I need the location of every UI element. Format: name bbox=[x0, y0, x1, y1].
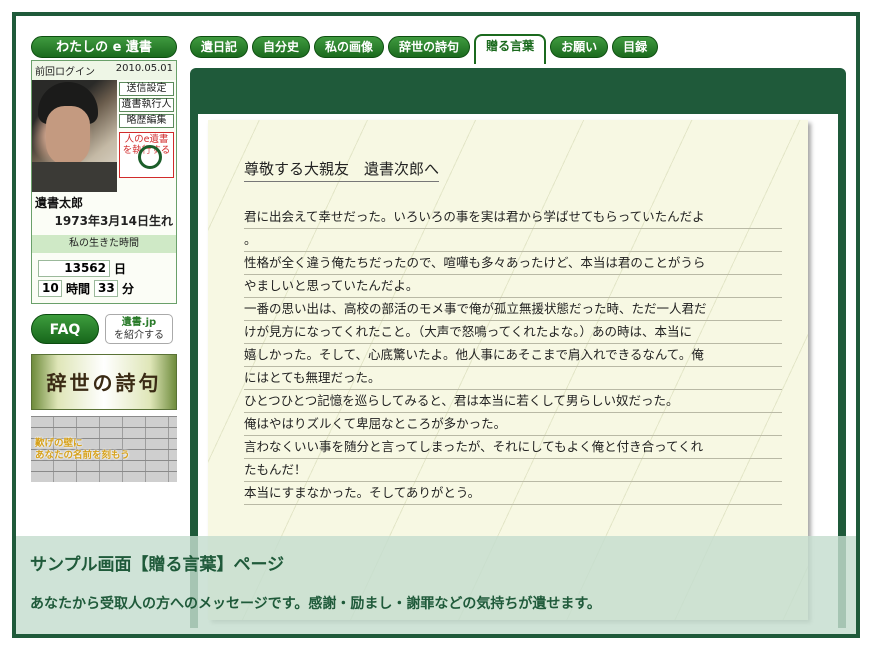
letter-line: 俺はやはりズルくて卑屈なところが多かった。 bbox=[244, 413, 782, 436]
letter-line: 本当にすまなかった。そしてありがとう。 bbox=[244, 482, 782, 505]
lived-time: 13562 日 10 時間 33 分 bbox=[32, 253, 176, 303]
wall-text: 歎げの壁に あなたの名前を刻もう bbox=[35, 438, 130, 462]
hours-value: 10 bbox=[38, 280, 62, 297]
birth-date: 1973年3月14日生れ bbox=[54, 214, 173, 228]
send-settings-button[interactable]: 送信設定 bbox=[119, 82, 174, 96]
user-name: 遺書太郎 bbox=[35, 196, 84, 210]
profile-card: 前回ログイン 2010.05.01 送信設定 遺書執行人 略歴編集 人のe遺書を… bbox=[31, 60, 177, 304]
letter-line: 。 bbox=[244, 229, 782, 252]
tab-diary[interactable]: 遺日記 bbox=[190, 36, 249, 58]
caption-overlay: サンプル画面【贈る言葉】ページ あなたから受取人の方へのメッセージです。感謝・励… bbox=[16, 536, 856, 634]
letter-body: 君に出会えて幸せだった。いろいろの事を実は君から学ばせてもらっていたんだよ。性格… bbox=[244, 206, 782, 505]
tab-history[interactable]: 自分史 bbox=[252, 36, 311, 58]
faq-row: FAQ 遺書.jp を紹介する bbox=[31, 314, 177, 344]
letter-line: 一番の思い出は、高校の部活のモメ事で俺が孤立無援状態だった時、ただ一人君だ bbox=[244, 298, 782, 321]
minutes-value: 33 bbox=[94, 280, 119, 297]
letter-line: やましいと思っていたんだよ。 bbox=[244, 275, 782, 298]
caption-title: サンプル画面【贈る言葉】ページ bbox=[30, 555, 285, 575]
poem-banner[interactable]: 辞世の詩句 bbox=[31, 354, 177, 410]
wall-banner[interactable]: 歎げの壁に あなたの名前を刻もう bbox=[31, 416, 177, 482]
wall-line1: 歎げの壁に bbox=[35, 438, 83, 449]
tab-catalog[interactable]: 目録 bbox=[612, 36, 659, 58]
tab-images[interactable]: 私の画像 bbox=[314, 36, 385, 58]
letter-line: にはとても無理だった。 bbox=[244, 367, 782, 390]
sidebar-title[interactable]: わたしの e 遺書 bbox=[31, 36, 177, 58]
last-login-date: 2010.05.01 bbox=[115, 63, 173, 74]
minutes-unit: 分 bbox=[122, 282, 135, 296]
letter-title: 尊敬する大親友 遺書次郎へ bbox=[244, 158, 440, 182]
letter-line: 性格が全く違う俺たちだったので、喧嘩も多々あったけど、本当は君のことがうら bbox=[244, 252, 782, 275]
tab-message[interactable]: 贈る言葉 bbox=[474, 34, 547, 64]
photo-row: 送信設定 遺書執行人 略歴編集 人のe遺書を執行する bbox=[32, 80, 176, 192]
letter-line: 君に出会えて幸せだった。いろいろの事を実は君から学ばせてもらっていたんだよ bbox=[244, 206, 782, 229]
lived-time-label: 私の生きた時間 bbox=[32, 235, 176, 253]
letter-line: 嬉しかった。そして、心底驚いたよ。他人事にあそこまで肩入れできるなんて。俺 bbox=[244, 344, 782, 367]
intro-line2: を紹介する bbox=[114, 330, 164, 341]
hours-unit: 時間 bbox=[66, 282, 91, 296]
lock-icon bbox=[138, 145, 162, 169]
letter-line: ひとつひとつ記憶を巡らしてみると、君は本当に若くして男らしい奴だった。 bbox=[244, 390, 782, 413]
executor-button[interactable]: 遺書執行人 bbox=[119, 98, 174, 112]
days-unit: 日 bbox=[114, 262, 127, 276]
tab-requests[interactable]: お願い bbox=[550, 36, 609, 58]
sidebar: わたしの e 遺書 前回ログイン 2010.05.01 送信設定 遺書執行人 略… bbox=[31, 36, 177, 482]
edit-bio-button[interactable]: 略歴編集 bbox=[119, 114, 174, 128]
page-frame: わたしの e 遺書 前回ログイン 2010.05.01 送信設定 遺書執行人 略… bbox=[12, 12, 860, 638]
letter-line: たもんだ！ bbox=[244, 459, 782, 482]
execute-others-button[interactable]: 人のe遺書を執行する bbox=[119, 132, 174, 178]
intro-line1: 遺書.jp bbox=[121, 317, 157, 328]
letter-line: 言わなくいい事を随分と言ってしまったが、それにしてもよく俺と付き合ってくれ bbox=[244, 436, 782, 459]
wall-line2: あなたの名前を刻もう bbox=[35, 450, 130, 461]
faq-button[interactable]: FAQ bbox=[31, 314, 99, 344]
profile-buttons: 送信設定 遺書執行人 略歴編集 人のe遺書を執行する bbox=[117, 80, 176, 192]
letter-line: けが見方になってくれたこと。（大声で怒鳴ってくれたよな。）あの時は、本当に bbox=[244, 321, 782, 344]
last-login: 前回ログイン 2010.05.01 bbox=[32, 61, 176, 80]
days-value: 13562 bbox=[38, 260, 110, 277]
introduce-button[interactable]: 遺書.jp を紹介する bbox=[105, 314, 173, 344]
tab-bar: 遺日記 自分史 私の画像 辞世の詩句 贈る言葉 お願い 目録 bbox=[190, 34, 659, 64]
last-login-label: 前回ログイン bbox=[35, 67, 95, 78]
tab-poem[interactable]: 辞世の詩句 bbox=[388, 36, 471, 58]
profile-photo bbox=[32, 80, 117, 192]
caption-description: あなたから受取人の方へのメッセージです。感謝・励まし・謝罪などの気持ちが遺せます… bbox=[30, 596, 601, 612]
